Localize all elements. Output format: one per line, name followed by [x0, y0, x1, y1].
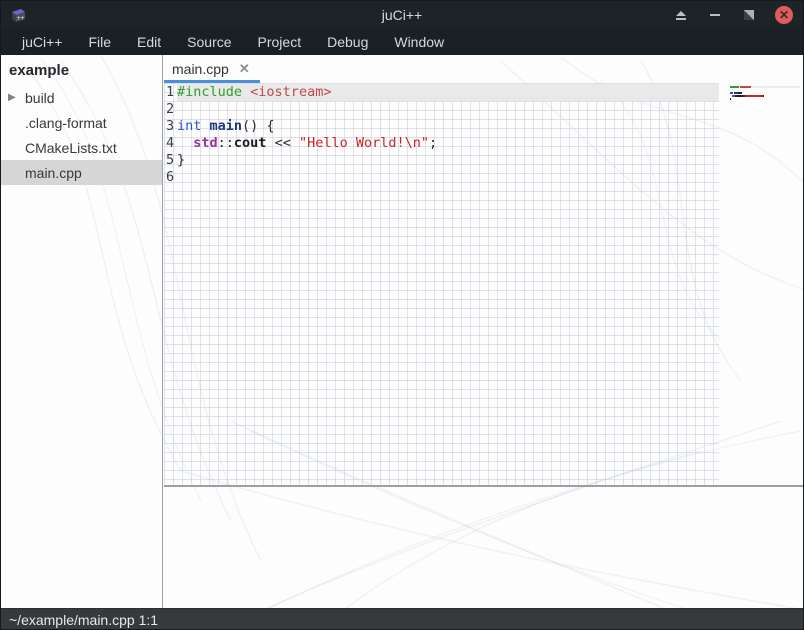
tree-item-build[interactable]: ▶ build — [1, 85, 162, 110]
tree-item-main-cpp[interactable]: main.cpp — [1, 160, 162, 185]
shade-bar — [676, 18, 686, 20]
status-file-location: ~/example/main.cpp 1:1 — [9, 612, 158, 628]
code-editor[interactable]: 1#include <iostream>23int main() {4 std:… — [164, 83, 804, 485]
minimap[interactable] — [730, 86, 800, 104]
minimap-line — [730, 89, 800, 91]
app-icon: ++ — [9, 6, 27, 24]
tab-main-cpp[interactable]: main.cpp ✕ — [164, 55, 260, 83]
close-icon[interactable]: ✕ — [775, 6, 793, 24]
code-line-3[interactable]: 3int main() { — [164, 118, 719, 135]
token-includepath: <iostream> — [250, 84, 331, 100]
token-string: "Hello World!\n" — [299, 135, 429, 151]
line-number: 3 — [164, 118, 177, 135]
menu-project[interactable]: Project — [245, 30, 315, 54]
window-controls: ✕ — [673, 1, 793, 29]
file-tree-panel: example ▶ build .clang-format CMakeLists.tx… — [1, 55, 163, 608]
tree-item-label: CMakeLists.txt — [25, 140, 117, 156]
code-line-4[interactable]: 4 std::cout << "Hello World!\n"; — [164, 135, 719, 152]
content-area: example ▶ build .clang-format CMakeLists.tx… — [1, 55, 803, 608]
minimap-line — [730, 95, 800, 97]
app-window: ++ juCi++ ✕ juCi++FileEditSourceProjectD… — [0, 0, 804, 630]
token-preprocessor: #include — [177, 84, 242, 100]
menu-debug[interactable]: Debug — [314, 30, 381, 54]
menu-edit[interactable]: Edit — [124, 30, 174, 54]
token-plain — [242, 84, 250, 100]
minimap-segment — [740, 86, 751, 88]
menubar: juCi++FileEditSourceProjectDebugWindow — [1, 29, 803, 55]
code-line-6[interactable]: 6 — [164, 169, 719, 186]
token-plain — [177, 135, 193, 151]
maximize-icon[interactable] — [741, 7, 757, 23]
expander-icon[interactable]: ▶ — [1, 92, 19, 103]
minimap-line — [730, 92, 800, 94]
menu-window[interactable]: Window — [381, 30, 457, 54]
tree-item--clang-format[interactable]: .clang-format — [1, 110, 162, 135]
line-number: 1 — [164, 84, 177, 101]
project-name: example — [1, 55, 162, 85]
titlebar: ++ juCi++ ✕ — [1, 1, 803, 29]
code-line-1[interactable]: 1#include <iostream> — [164, 84, 719, 101]
token-namespace: std — [193, 135, 217, 151]
token-keyword: int — [177, 118, 201, 134]
tree-item-label: .clang-format — [25, 115, 107, 131]
line-number: 2 — [164, 101, 177, 118]
line-text — [177, 101, 719, 118]
tree-item-cmakelists-txt[interactable]: CMakeLists.txt — [1, 135, 162, 160]
line-number: 6 — [164, 169, 177, 186]
token-function: main — [210, 118, 243, 134]
tree-item-label: main.cpp — [25, 165, 82, 181]
token-plain: :: — [218, 135, 234, 151]
editor-pane: main.cpp ✕ 1#include <iostream>23int mai… — [164, 55, 804, 608]
code-line-5[interactable]: 5} — [164, 152, 719, 169]
line-number: 4 — [164, 135, 177, 152]
minimize-bar — [710, 14, 720, 16]
file-tree: ▶ build .clang-format CMakeLists.txt main.cp… — [1, 85, 162, 185]
line-text: } — [177, 152, 719, 169]
token-plain — [201, 118, 209, 134]
menu-file[interactable]: File — [75, 30, 124, 54]
minimap-line — [730, 86, 800, 88]
tab-close-icon[interactable]: ✕ — [239, 61, 250, 77]
menu-juci[interactable]: juCi++ — [9, 30, 75, 54]
line-number: 5 — [164, 152, 177, 169]
shade-triangle — [676, 11, 686, 16]
tab-label: main.cpp — [172, 61, 229, 77]
minimap-segment — [730, 98, 731, 100]
tree-item-label: build — [25, 90, 55, 106]
code-lines: 1#include <iostream>23int main() {4 std:… — [164, 84, 719, 186]
menu-source[interactable]: Source — [174, 30, 244, 54]
minimap-segment — [730, 86, 739, 88]
code-line-2[interactable]: 2 — [164, 101, 719, 118]
statusbar: ~/example/main.cpp 1:1 — [1, 608, 803, 630]
minimap-segment — [738, 92, 742, 94]
tabbar: main.cpp ✕ — [164, 55, 804, 83]
token-plain: ; — [429, 135, 437, 151]
minimap-line — [730, 101, 800, 103]
minimap-segment — [745, 95, 763, 97]
line-text: std::cout << "Hello World!\n"; — [177, 135, 719, 152]
token-plain: () { — [242, 118, 275, 134]
line-text — [177, 169, 719, 186]
terminal-panel[interactable] — [164, 487, 804, 608]
minimize-icon[interactable] — [707, 7, 723, 23]
maximize-square — [744, 10, 754, 20]
shade-window-icon[interactable] — [673, 7, 689, 23]
svg-text:++: ++ — [17, 15, 25, 22]
token-plain: << — [266, 135, 299, 151]
token-member: cout — [234, 135, 267, 151]
line-text: #include <iostream> — [177, 84, 719, 101]
token-plain: } — [177, 152, 185, 168]
minimap-line — [730, 98, 800, 100]
line-text: int main() { — [177, 118, 719, 135]
minimap-segment — [763, 95, 764, 97]
